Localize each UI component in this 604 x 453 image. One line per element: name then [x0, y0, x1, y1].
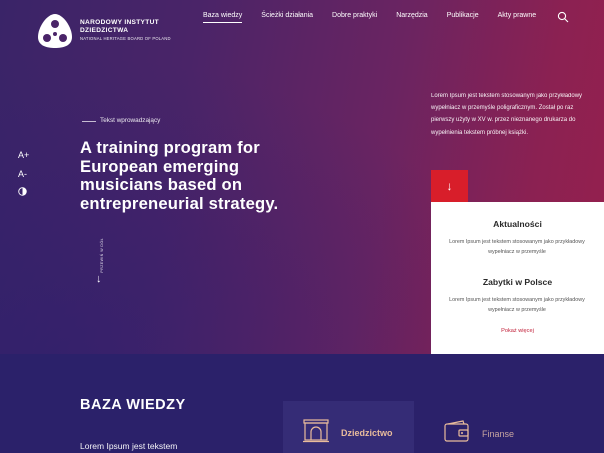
font-increase-button[interactable]: A+ — [18, 150, 29, 160]
arrow-down-icon: ↓ — [96, 273, 102, 285]
category-label-finanse: Finanse — [482, 429, 515, 439]
font-decrease-button[interactable]: A- — [18, 169, 27, 179]
scroll-down-button[interactable]: PRZEWIŃ W DÓŁ ↓ — [96, 236, 108, 292]
nav-item-narzedzia[interactable]: Narzędzia — [396, 12, 428, 23]
category-dziedzictwo[interactable]: Dziedzictwo — [283, 401, 414, 453]
category-label-dziedzictwo: Dziedzictwo — [341, 428, 393, 438]
knowledge-base-section: BAZA WIEDZY Lorem Ipsum jest tekstem Dzi… — [0, 354, 604, 453]
hero-headline: A training program for European emerging… — [80, 138, 279, 213]
logo-english-name: NATIONAL HERITAGE BOARD OF POLAND — [80, 36, 171, 41]
contrast-icon[interactable] — [18, 187, 27, 196]
nav-item-sciezki-dzialania[interactable]: Ścieżki działania — [261, 12, 313, 23]
category-finanse[interactable]: Finanse — [444, 418, 564, 448]
nav-item-akty-prawne[interactable]: Akty prawne — [498, 12, 537, 23]
show-more-link[interactable]: Pokaż więcej — [431, 328, 604, 334]
intro-divider — [82, 121, 96, 122]
news-arrow-button[interactable]: ↓ — [431, 170, 468, 202]
arrow-down-icon: ↓ — [446, 179, 453, 193]
nav-item-baza-wiedzy[interactable]: Baza wiedzy — [203, 12, 243, 23]
logo-subtitle: DZIEDZICTWA — [80, 27, 129, 34]
intro-label: Tekst wprowadzający — [100, 117, 161, 124]
news-title-zabytki[interactable]: Zabytki w Polsce — [431, 277, 604, 287]
section-intro-text: Lorem Ipsum jest tekstem — [80, 441, 178, 451]
wallet-icon — [444, 420, 469, 442]
news-text-aktualnosci: Lorem Ipsum jest tekstem stosowanym jako… — [449, 239, 585, 255]
hero-side-text: Lorem Ipsum jest tekstem stosowanym jako… — [431, 93, 583, 136]
main-navigation: Baza wiedzy Ścieżki działania Dobre prak… — [203, 12, 555, 23]
nav-item-dobre-praktyki[interactable]: Dobre praktyki — [332, 12, 377, 23]
scroll-down-label: PRZEWIŃ W DÓŁ — [100, 238, 104, 273]
nav-item-publikacje[interactable]: Publikacje — [447, 12, 479, 23]
news-title-aktualnosci[interactable]: Aktualności — [431, 219, 604, 229]
section-title: BAZA WIEDZY — [80, 397, 186, 413]
news-text-zabytki: Lorem Ipsum jest tekstem stosowanym jako… — [449, 297, 585, 313]
search-icon[interactable] — [557, 11, 569, 23]
news-card: Aktualności Lorem Ipsum jest tekstem sto… — [431, 202, 604, 354]
arch-icon — [303, 419, 329, 443]
logo-title: NARODOWY INSTYTUT — [80, 19, 159, 26]
institute-logo-icon[interactable] — [36, 13, 74, 49]
logo-text: NARODOWY INSTYTUT DZIEDZICTWA NATIONAL H… — [80, 19, 171, 42]
